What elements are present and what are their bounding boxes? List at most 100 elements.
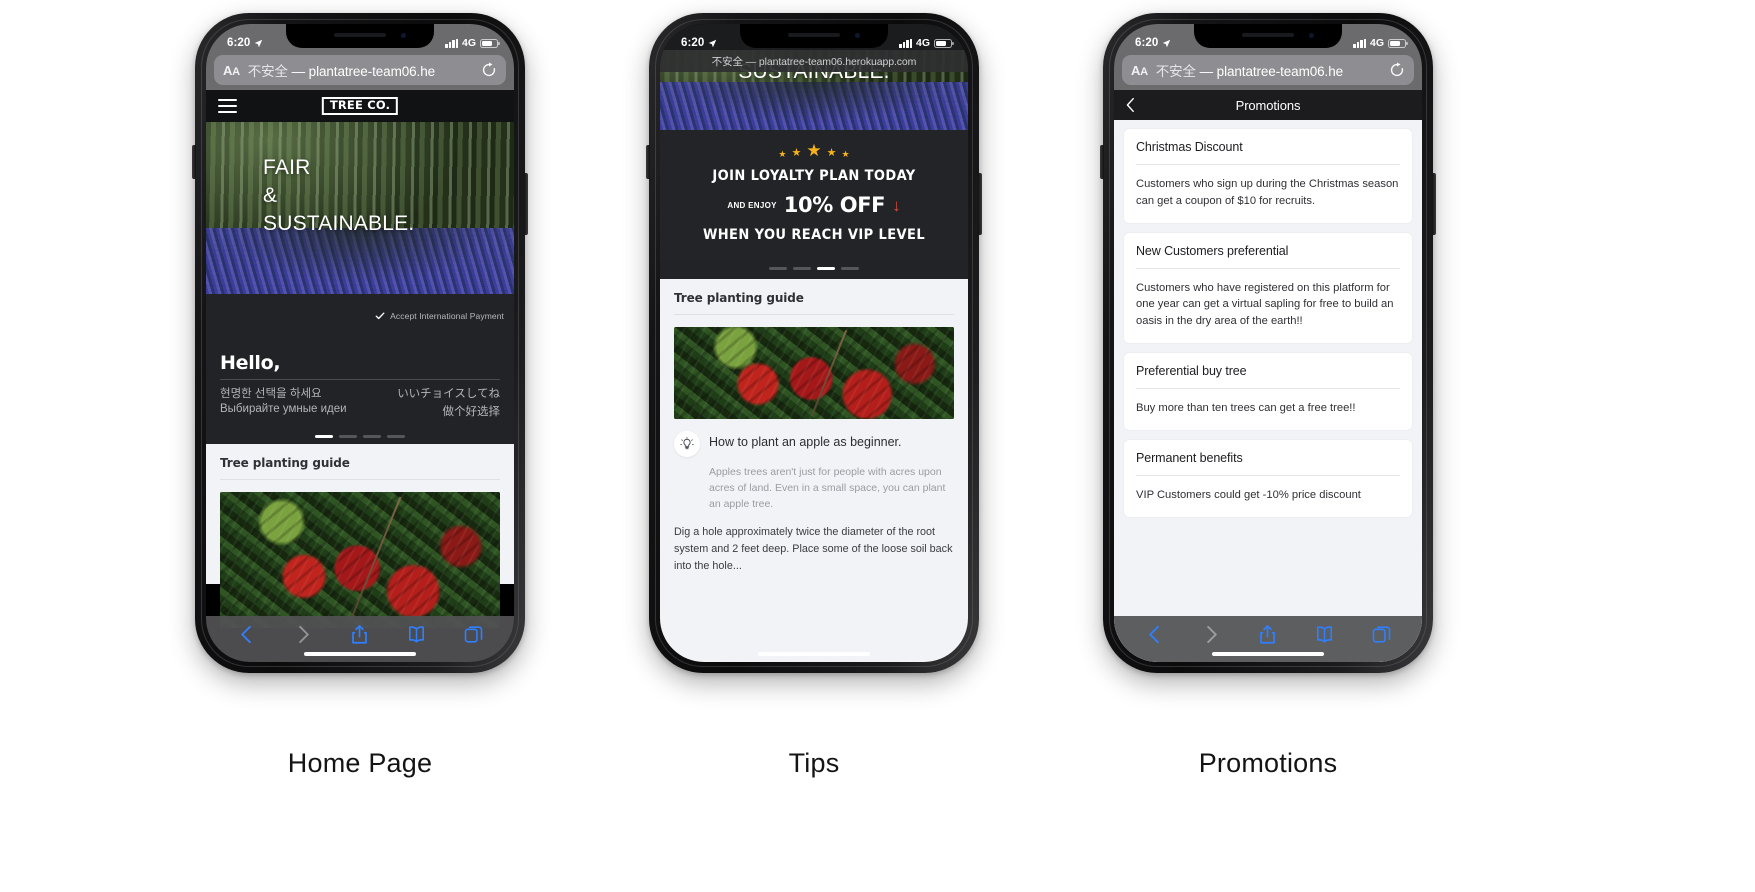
carousel-dots-home[interactable] <box>206 425 514 444</box>
promotion-card[interactable]: Christmas Discount Customers who sign up… <box>1124 129 1412 223</box>
apple-tree-photo <box>674 326 954 419</box>
status-left: 6:20 <box>227 37 263 49</box>
notch <box>1194 24 1342 48</box>
url-text: 不安全 — plantatree-team06.he <box>248 60 473 80</box>
tip-heading: How to plant an apple as beginner. <box>709 434 902 449</box>
home-indicator <box>758 652 870 656</box>
phone-mockup-home: 6:20 4G AA 不安全 — plantatree-team06.he TR… <box>192 13 528 673</box>
star-icon: ★ <box>791 147 802 159</box>
caption-home-page: Home Page <box>287 748 433 778</box>
phone-screen-home: 6:20 4G AA 不安全 — plantatree-team06.he TR… <box>206 24 514 662</box>
forward-icon[interactable] <box>293 624 314 645</box>
hero-line-3: SUSTAINABLE. <box>263 212 415 236</box>
carousel-dot-3[interactable] <box>363 435 381 438</box>
star-icon: ★ <box>778 149 787 159</box>
carousel-dots-tips[interactable] <box>660 259 968 279</box>
card-divider <box>674 313 954 315</box>
front-camera <box>1309 33 1314 38</box>
status-left: 6:20 <box>681 37 717 49</box>
star-icon: ★ <box>806 141 822 160</box>
notch <box>286 24 434 48</box>
front-camera <box>855 33 860 38</box>
hero-line-2: & <box>263 184 278 208</box>
caption-promotions: Promotions <box>1198 748 1338 778</box>
loyalty-headline: JOIN LOYALTY PLAN TODAY <box>712 168 916 184</box>
reload-icon[interactable] <box>481 62 497 78</box>
hero-line-1: FAIR <box>263 156 311 179</box>
lightbulb-icon <box>674 430 700 457</box>
url-text: 不安全 — plantatree-team06.he <box>1156 60 1381 80</box>
share-icon[interactable] <box>1257 624 1278 645</box>
bookmarks-icon[interactable] <box>1314 624 1335 645</box>
url-field[interactable]: AA 不安全 — plantatree-team06.he <box>214 55 506 85</box>
lightbulb-glyph <box>680 436 694 449</box>
battery-icon <box>934 38 954 48</box>
back-icon[interactable] <box>1144 624 1165 645</box>
share-icon[interactable] <box>349 624 370 645</box>
carousel-dot-3[interactable] <box>817 267 835 270</box>
tabs-icon[interactable] <box>1371 624 1392 645</box>
url-host: plantatree-team06.he <box>308 64 436 79</box>
url-separator: — <box>1199 64 1214 79</box>
web-page-content-tips: 不安全 — plantatree-team06.herokuapp.com SU… <box>660 50 968 662</box>
promotion-card[interactable]: Permanent benefits VIP Customers could g… <box>1124 439 1412 517</box>
forward-icon[interactable] <box>1201 624 1222 645</box>
greeting-title: Hello, <box>220 352 281 374</box>
language-text-ja: いいチョイスしてね <box>397 388 500 400</box>
network-type-label: 4G <box>461 37 476 49</box>
promotion-title: Christmas Discount <box>1136 140 1243 154</box>
check-icon <box>375 312 385 320</box>
location-arrow-icon <box>1163 39 1171 47</box>
status-right: 4G <box>445 37 500 49</box>
language-text-zh: 做个好选择 <box>442 406 501 418</box>
down-arrow-icon: ↓ <box>892 195 901 215</box>
network-type-label: 4G <box>915 37 930 49</box>
promotion-card[interactable]: Preferential buy tree Buy more than ten … <box>1124 352 1412 430</box>
text-size-aa-button[interactable]: AA <box>223 63 240 78</box>
carousel-dot-4[interactable] <box>387 435 405 438</box>
hamburger-menu-icon[interactable] <box>218 96 237 116</box>
tip-heading-row: How to plant an apple as beginner. <box>660 419 968 457</box>
status-time: 6:20 <box>681 37 705 49</box>
text-size-aa-button[interactable]: AA <box>1131 63 1148 78</box>
hero-banner: FAIR & SUSTAINABLE. <box>206 122 514 294</box>
earpiece-speaker <box>1242 33 1294 37</box>
back-chevron-icon[interactable] <box>1126 97 1135 113</box>
cellular-signal-icon <box>899 38 912 48</box>
web-page-content-home: TREE CO. FAIR & SUSTAINABLE. Accept Inte… <box>206 90 514 662</box>
promotion-body: Customers who have registered on this pl… <box>1136 281 1394 328</box>
carousel-dot-1[interactable] <box>315 435 333 438</box>
battery-icon <box>1388 38 1408 48</box>
safari-url-bar-container: AA 不安全 — plantatree-team06.he <box>1114 50 1422 92</box>
carousel-dot-4[interactable] <box>841 267 859 270</box>
site-header: TREE CO. <box>206 90 514 122</box>
carousel-dot-1[interactable] <box>769 267 787 270</box>
discount-percent-label: 10% OFF <box>783 193 886 217</box>
location-arrow-icon <box>255 39 263 47</box>
promotion-title: Preferential buy tree <box>1136 363 1247 378</box>
phone-mockup-promotions: 6:20 4G AA 不安全 — plantatree-team06.he Pr… <box>1100 13 1436 673</box>
carousel-dot-2[interactable] <box>339 435 357 438</box>
status-time: 6:20 <box>1135 37 1159 49</box>
notch <box>740 24 888 48</box>
phone-screen-tips: 6:20 4G 不安全 — plantatree-team06.herokuap… <box>660 24 968 662</box>
apple-tree-photo <box>220 491 500 628</box>
site-logo[interactable]: TREE CO. <box>321 96 399 116</box>
promotion-body: VIP Customers could get -10% price disco… <box>1136 488 1361 501</box>
caption-tips: Tips <box>788 748 840 778</box>
loyalty-offer-row: AND ENJOY 10% OFF ↓ <box>670 193 958 217</box>
carousel-dot-2[interactable] <box>793 267 811 270</box>
apple-photo-texture <box>220 491 500 628</box>
tip-body-text: Apples trees aren't just for people with… <box>709 465 946 511</box>
reload-icon[interactable] <box>1389 62 1405 78</box>
promotion-card[interactable]: New Customers preferential Customers who… <box>1124 232 1412 343</box>
tree-planting-guide-card: Tree planting guide <box>660 278 968 662</box>
url-field[interactable]: AA 不安全 — plantatree-team06.he <box>1122 55 1414 85</box>
collapsed-url-label[interactable]: 不安全 — plantatree-team06.herokuapp.com <box>660 50 968 72</box>
phone-mockup-tips: 6:20 4G 不安全 — plantatree-team06.herokuap… <box>646 13 982 673</box>
status-time: 6:20 <box>227 37 251 49</box>
bookmarks-icon[interactable] <box>406 624 427 645</box>
tabs-icon[interactable] <box>463 624 484 645</box>
language-line: Выбирайте умные идеи 做个好选择 <box>220 403 500 419</box>
back-icon[interactable] <box>236 624 257 645</box>
